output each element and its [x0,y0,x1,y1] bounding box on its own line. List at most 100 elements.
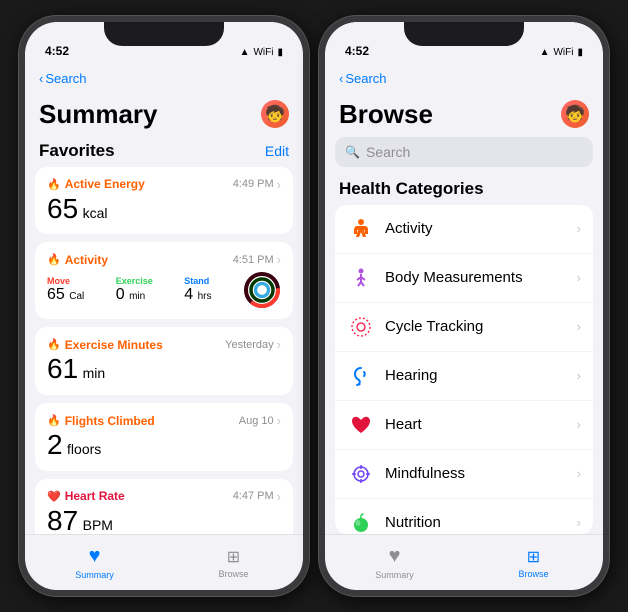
tab-browse-icon-left: ⊞ [227,547,240,567]
tab-summary-right[interactable]: ♥ Summary [325,535,464,590]
page-title-left: Summary [39,100,158,129]
nav-back-left[interactable]: ‹ Search [39,71,87,86]
category-label-nutrition: Nutrition [385,514,567,531]
card-value-flights: 2 [47,429,63,460]
page-header-right: Browse 🧒 [325,94,603,137]
category-chevron-activity: › [577,221,581,236]
notch [104,22,224,46]
category-item-hearing[interactable]: Hearing › [335,352,593,401]
card-flights[interactable]: 🔥 Flights Climbed Aug 10 › 2 floors [35,403,293,471]
tab-summary-label-right: Summary [375,570,414,580]
card-time-flights: Aug 10 [239,415,274,427]
search-input[interactable]: Search [366,144,410,160]
search-bar[interactable]: 🔍 Search [335,137,593,167]
nav-back-label-right: Search [345,71,386,86]
signal-icon-right: ▲ [540,47,550,58]
section-title-left: Favorites [39,141,115,161]
search-icon: 🔍 [345,145,360,159]
category-label-cycle: Cycle Tracking [385,318,567,335]
category-item-mindfulness[interactable]: Mindfulness › [335,450,593,499]
stand-unit: hrs [198,291,212,302]
card-value-energy: 65 [47,193,78,224]
card-time-exercise: Yesterday [225,339,274,351]
edit-button[interactable]: Edit [265,143,289,159]
category-item-nutrition[interactable]: Nutrition › [335,499,593,534]
categories-header: Health Categories [325,175,603,205]
tab-summary-icon-right: ♥ [389,545,401,568]
category-list: Activity › Body Measurements › [335,205,593,534]
card-unit-hr: BPM [83,517,113,533]
card-time-energy: 4:49 PM [233,178,274,190]
category-item-activity[interactable]: Activity › [335,205,593,254]
cycle-icon [347,313,375,341]
card-time-activity: 4:51 PM [233,254,274,266]
card-chevron-exercise: › [277,337,281,352]
category-label-mindfulness: Mindfulness [385,465,567,482]
tab-bar-left: ♥ Summary ⊞ Browse [25,534,303,590]
scroll-content-left[interactable]: Favorites Edit 🔥 Active Energy 4:49 PM › [25,137,303,534]
flame-icon-activity: 🔥 [47,253,61,266]
wifi-icon: WiFi [253,47,273,58]
card-exercise[interactable]: 🔥 Exercise Minutes Yesterday › 61 min [35,327,293,395]
tab-summary-left[interactable]: ♥ Summary [25,535,164,590]
battery-icon: ▮ [277,47,283,58]
category-item-body[interactable]: Body Measurements › [335,254,593,303]
category-chevron-body: › [577,270,581,285]
battery-icon-right: ▮ [577,47,583,58]
card-time-hr: 4:47 PM [233,490,274,502]
notch-right [404,22,524,46]
status-icons-right: ▲ WiFi ▮ [540,47,583,58]
wifi-icon-right: WiFi [553,47,573,58]
card-chevron-hr: › [277,489,281,504]
tab-browse-label-left: Browse [218,569,248,579]
tab-summary-icon: ♥ [89,545,101,568]
heart-icon-hr: ❤️ [47,490,61,503]
card-unit-flights: floors [67,441,101,457]
card-title-hr: Heart Rate [65,489,125,503]
card-value-exercise: 61 [47,353,78,384]
tab-browse-label-right: Browse [518,569,548,579]
category-chevron-nutrition: › [577,515,581,530]
move-label: Move [47,276,84,286]
category-label-activity: Activity [385,220,567,237]
avatar-left: 🧒 [261,100,289,128]
activity-ring [243,271,281,309]
card-title-flights: Flights Climbed [65,414,155,428]
category-label-body: Body Measurements [385,269,567,286]
heart-icon [347,411,375,439]
card-active-energy[interactable]: 🔥 Active Energy 4:49 PM › 65 kcal [35,167,293,235]
exercise-value: 0 [116,286,125,303]
category-item-cycle[interactable]: Cycle Tracking › [335,303,593,352]
card-title-exercise: Exercise Minutes [65,338,163,352]
category-chevron-hearing: › [577,368,581,383]
exercise-label: Exercise [116,276,153,286]
nav-back-right[interactable]: ‹ Search [339,71,387,86]
status-time-left: 4:52 [45,44,69,58]
nav-bar-left: ‹ Search [25,62,303,94]
tab-browse-right[interactable]: ⊞ Browse [464,535,603,590]
hearing-icon [347,362,375,390]
flame-icon-energy: 🔥 [47,178,61,191]
page-title-right: Browse [339,100,433,129]
category-chevron-cycle: › [577,319,581,334]
right-phone: 4:52 ▲ WiFi ▮ ‹ Search Browse [319,16,609,596]
card-heart-rate[interactable]: ❤️ Heart Rate 4:47 PM › 87 BPM [35,479,293,534]
card-activity[interactable]: 🔥 Activity 4:51 PM › Move 65 [35,242,293,319]
stand-value: 4 [184,286,193,303]
tab-browse-left[interactable]: ⊞ Browse [164,535,303,590]
move-unit: Cal [69,291,84,302]
flame-icon-flights: 🔥 [47,414,61,427]
category-chevron-heart: › [577,417,581,432]
nav-bar-right: ‹ Search [325,62,603,94]
page-header-left: Summary 🧒 [25,94,303,137]
card-unit-exercise: min [83,365,106,381]
tab-bar-right: ♥ Summary ⊞ Browse [325,534,603,590]
tab-browse-icon-right: ⊞ [527,547,540,567]
card-title-activity: Activity [65,253,108,267]
mindfulness-icon [347,460,375,488]
tab-summary-label: Summary [75,570,114,580]
category-item-heart[interactable]: Heart › [335,401,593,450]
body-icon [347,264,375,292]
category-label-heart: Heart [385,416,567,433]
flame-icon-exercise: 🔥 [47,338,61,351]
